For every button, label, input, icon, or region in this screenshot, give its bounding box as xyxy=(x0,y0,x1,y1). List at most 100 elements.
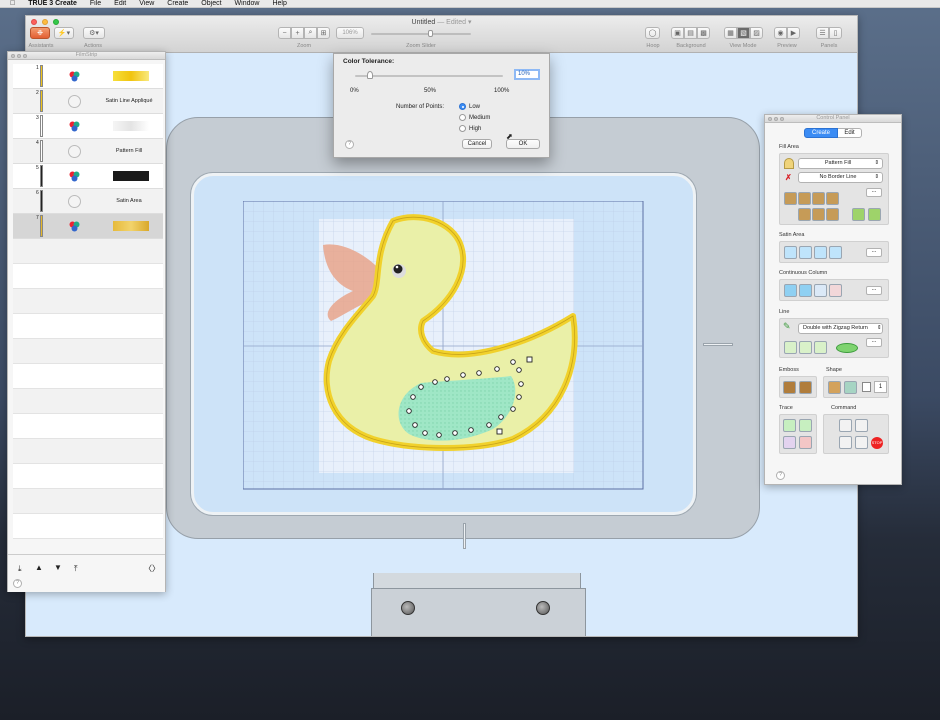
view-mode-3d-button[interactable]: ▨ xyxy=(750,27,763,39)
line-more-button[interactable]: ... xyxy=(866,338,882,347)
move-up-icon[interactable]: ▲ xyxy=(35,563,43,572)
column-shape-4-icon[interactable] xyxy=(829,284,842,297)
tab-create[interactable]: Create xyxy=(804,128,838,138)
satin-shape-4-icon[interactable] xyxy=(829,246,842,259)
menu-create[interactable]: Create xyxy=(167,0,188,7)
zoom-slider-track[interactable] xyxy=(371,33,471,35)
control-panel-toggle-button[interactable]: ▯ xyxy=(829,27,842,39)
cancel-button[interactable]: Cancel xyxy=(462,139,492,149)
filmstrip-row[interactable]: 3 xyxy=(13,114,163,139)
trace-3-icon[interactable] xyxy=(783,436,796,449)
crosshair-icon[interactable] xyxy=(855,436,868,449)
play-button[interactable]: ▶ xyxy=(787,27,800,39)
trace-1-icon[interactable] xyxy=(783,419,796,432)
filmstrip-help-button[interactable]: ? xyxy=(13,579,22,588)
tolerance-value-field[interactable]: 10% xyxy=(514,69,540,80)
column-shape-3-icon[interactable] xyxy=(814,284,827,297)
filmstrip-row[interactable]: 2 Satin Line Appliqué xyxy=(13,89,163,114)
filmstrip-row[interactable]: 6 Satin Area xyxy=(13,189,163,214)
tab-edit[interactable]: Edit xyxy=(838,128,862,138)
satin-shape-1-icon[interactable] xyxy=(784,246,797,259)
zoom-in-button[interactable]: + xyxy=(291,27,304,39)
menu-view[interactable]: View xyxy=(139,0,154,7)
design-grid[interactable] xyxy=(243,201,644,491)
zoom-value-field[interactable]: 106% xyxy=(336,27,364,39)
control-panel-help-button[interactable]: ? xyxy=(776,471,785,480)
stop-icon[interactable]: STOP xyxy=(871,437,883,449)
filmstrip-row[interactable]: 5 xyxy=(13,164,163,189)
edited-indicator[interactable]: — Edited ▾ xyxy=(437,19,471,26)
hoop-button[interactable]: ◯ xyxy=(645,27,660,39)
points-medium-label[interactable]: Medium xyxy=(469,115,490,121)
column-shape-2-icon[interactable] xyxy=(799,284,812,297)
tolerance-slider-track[interactable] xyxy=(355,75,503,77)
trace-2-icon[interactable] xyxy=(799,419,812,432)
move-down-icon[interactable]: ▼ xyxy=(54,563,62,572)
emboss-2-icon[interactable] xyxy=(799,381,812,394)
line-color-icon[interactable]: ✎ xyxy=(783,322,795,333)
trace-4-icon[interactable] xyxy=(799,436,812,449)
shape-1-icon[interactable] xyxy=(828,381,841,394)
move-top-icon[interactable]: ⤓ xyxy=(18,564,22,574)
zoom-fit-button[interactable]: ⊞ xyxy=(317,27,330,39)
fill-area-more-button[interactable]: ... xyxy=(866,188,882,197)
line-ellipse-icon[interactable] xyxy=(836,343,858,353)
filmstrip-row[interactable]: 4 Pattern Fill xyxy=(13,139,163,164)
border-type-select[interactable]: No Border Line ⇕ xyxy=(798,172,883,183)
zoom-tool-button[interactable]: ⌕ xyxy=(304,27,317,39)
line-type-select[interactable]: Double with Zigzag Return ⇕ xyxy=(798,323,883,334)
view-mode-stitch-button[interactable]: ▦ xyxy=(724,27,737,39)
fill-shape-4-icon[interactable] xyxy=(826,192,839,205)
split-icon[interactable]: 〈〉 xyxy=(144,563,160,574)
menu-edit[interactable]: Edit xyxy=(114,0,126,7)
eyedropper-icon[interactable] xyxy=(855,419,868,432)
fill-color-swatch[interactable] xyxy=(784,158,794,169)
fill-draw-2-icon[interactable] xyxy=(868,208,881,221)
shape-2-icon[interactable] xyxy=(844,381,857,394)
move-bottom-icon[interactable]: ⤒ xyxy=(74,564,78,574)
emboss-1-icon[interactable] xyxy=(783,381,796,394)
background-visibility-button[interactable]: ▩ xyxy=(697,27,710,39)
filmstrip-row[interactable]: 1 xyxy=(13,64,163,89)
background-image-button[interactable]: ▣ xyxy=(671,27,684,39)
fill-shape-7-icon[interactable] xyxy=(826,208,839,221)
menu-help[interactable]: Help xyxy=(272,0,286,7)
satin-shape-3-icon[interactable] xyxy=(814,246,827,259)
line-shape-2-icon[interactable] xyxy=(799,341,812,354)
needle-icon[interactable] xyxy=(839,436,852,449)
settings-button[interactable]: ⚙▾ xyxy=(83,27,105,39)
actions-button[interactable]: ⚡▾ xyxy=(54,27,74,39)
color-sort-icon[interactable] xyxy=(839,419,852,432)
column-shape-1-icon[interactable] xyxy=(784,284,797,297)
duck-eye[interactable] xyxy=(393,264,403,274)
line-shape-3-icon[interactable] xyxy=(814,341,827,354)
fill-shape-2-icon[interactable] xyxy=(798,192,811,205)
filmstrip-toggle-button[interactable]: ☰ xyxy=(816,27,829,39)
menu-file[interactable]: File xyxy=(90,0,101,7)
zoom-out-button[interactable]: − xyxy=(278,27,291,39)
shape-count-field[interactable]: 1 xyxy=(874,381,887,393)
menu-object[interactable]: Object xyxy=(201,0,221,7)
continuous-column-more-button[interactable]: ... xyxy=(866,286,882,295)
fill-shape-6-icon[interactable] xyxy=(812,208,825,221)
shape-preview[interactable] xyxy=(862,382,871,392)
fill-type-select[interactable]: Pattern Fill ⇕ xyxy=(798,158,883,169)
fill-draw-1-icon[interactable] xyxy=(852,208,865,221)
menu-app-name[interactable]: TRUE 3 Create xyxy=(28,0,77,7)
background-settings-button[interactable]: ▤ xyxy=(684,27,697,39)
dialog-help-button[interactable]: ? xyxy=(345,140,354,149)
points-low-label[interactable]: Low xyxy=(469,104,480,110)
line-shape-1-icon[interactable] xyxy=(784,341,797,354)
satin-area-more-button[interactable]: ... xyxy=(866,248,882,257)
satin-shape-2-icon[interactable] xyxy=(799,246,812,259)
points-high-radio[interactable] xyxy=(459,125,466,132)
tolerance-slider-knob[interactable] xyxy=(366,71,373,79)
menu-window[interactable]: Window xyxy=(235,0,260,7)
assistants-button[interactable]: ❉ xyxy=(30,27,50,39)
filmstrip-row[interactable]: 7 xyxy=(13,214,163,239)
points-high-label[interactable]: High xyxy=(469,126,481,132)
fill-shape-5-icon[interactable] xyxy=(798,208,811,221)
fill-shape-3-icon[interactable] xyxy=(812,192,825,205)
points-medium-radio[interactable] xyxy=(459,114,466,121)
stitch-player-button[interactable]: ◉ xyxy=(774,27,787,39)
